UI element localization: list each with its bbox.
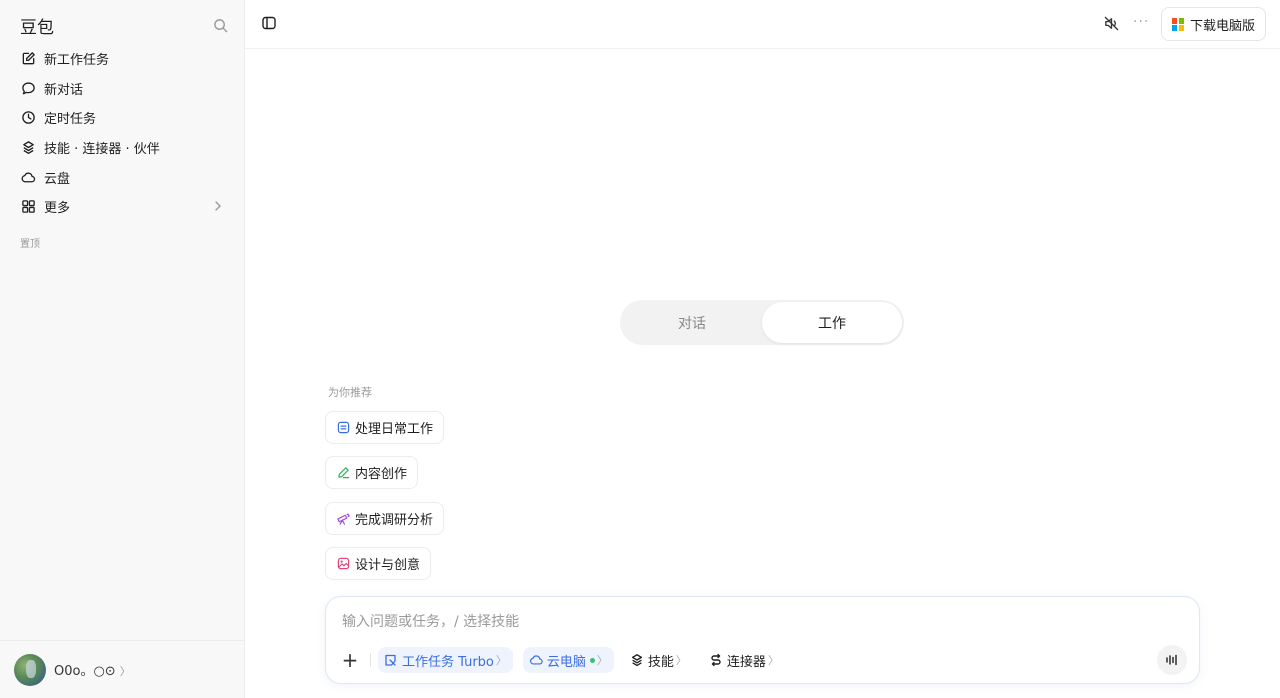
online-status-dot xyxy=(589,657,595,663)
connector-icon xyxy=(709,653,723,667)
image-icon xyxy=(336,557,350,571)
layers-icon xyxy=(20,140,36,156)
doc-icon xyxy=(336,421,350,435)
chevron-right-icon xyxy=(212,199,224,217)
search-icon[interactable] xyxy=(210,15,230,35)
tab-chat[interactable]: 对话 xyxy=(622,302,762,343)
prompt-input[interactable] xyxy=(342,611,1162,633)
composer: + 工作任务 Turbo 〉 云电脑 〉 xyxy=(325,596,1200,684)
sidebar-nav: 新工作任务 新对话 定时任务 技能 · 连接器 · 伙伴 云盘 更多 xyxy=(12,44,234,222)
composer-toolbar: + 工作任务 Turbo 〉 云电脑 〉 技能 〉 连接器 〉 xyxy=(338,647,795,673)
edit-icon xyxy=(20,51,36,67)
skills-button[interactable]: 技能 〉 xyxy=(624,647,693,673)
suggestion-label: 内容创作 xyxy=(355,467,408,482)
download-desktop-button[interactable]: 下载电脑版 xyxy=(1161,7,1266,41)
sidebar-item-label: 新工作任务 xyxy=(44,53,110,69)
mode-toggle: 对话 工作 xyxy=(620,300,904,345)
sidebar-item-label: 定时任务 xyxy=(44,112,97,128)
sidebar-item-new-work-task[interactable]: 新工作任务 xyxy=(12,44,234,74)
avatar xyxy=(14,653,46,686)
cloud-icon xyxy=(529,653,543,667)
tab-work[interactable]: 工作 xyxy=(762,302,902,343)
work-task-label: 工作任务 Turbo xyxy=(402,654,494,670)
sidebar-item-scheduled-tasks[interactable]: 定时任务 xyxy=(12,103,234,133)
telescope-icon xyxy=(336,512,350,526)
connectors-label: 连接器 xyxy=(726,654,766,670)
chevron-right-icon: 〉 xyxy=(495,654,507,667)
voice-input-icon[interactable] xyxy=(1157,645,1187,675)
clock-icon xyxy=(20,110,36,126)
add-attachment-button[interactable]: + xyxy=(338,648,362,672)
user-name: O0o。○⊙ 〉 xyxy=(54,660,131,679)
sidebar: 豆包 新工作任务 新对话 定时任务 技能 · 连接器 · 伙伴 云盘 更多 置顶… xyxy=(0,0,245,698)
sidebar-toggle-icon[interactable] xyxy=(261,15,277,35)
skills-label: 技能 xyxy=(647,654,674,670)
suggestion-label: 设计与创意 xyxy=(355,558,421,573)
work-task-turbo-button[interactable]: 工作任务 Turbo 〉 xyxy=(378,647,513,673)
chevron-right-icon: 〉 xyxy=(675,654,687,667)
user-name-text: O0o。○⊙ xyxy=(54,664,116,679)
sidebar-item-more[interactable]: 更多 xyxy=(12,192,234,222)
sidebar-header: 豆包 xyxy=(20,12,230,38)
recommend-label: 为你推荐 xyxy=(328,386,372,399)
cloud-icon xyxy=(20,169,36,185)
divider xyxy=(370,653,371,667)
grid-icon xyxy=(20,199,36,215)
sidebar-item-label: 新对话 xyxy=(44,82,84,98)
suggestion-content-creation[interactable]: 内容创作 xyxy=(325,456,419,489)
windows-logo-icon xyxy=(1171,18,1185,31)
cloud-pc-label: 云电脑 xyxy=(546,654,586,670)
sidebar-item-label: 技能 · 连接器 · 伙伴 xyxy=(44,142,160,158)
sidebar-item-cloud-drive[interactable]: 云盘 xyxy=(12,162,234,192)
connectors-button[interactable]: 连接器 〉 xyxy=(703,647,785,673)
suggestion-label: 处理日常工作 xyxy=(355,422,434,437)
suggestion-label: 完成调研分析 xyxy=(355,513,434,528)
mute-icon[interactable] xyxy=(1103,15,1120,36)
suggestion-research-analysis[interactable]: 完成调研分析 xyxy=(325,502,445,535)
suggestion-design-creativity[interactable]: 设计与创意 xyxy=(325,547,432,580)
chevron-right-icon: 〉 xyxy=(596,654,608,667)
sidebar-item-label: 更多 xyxy=(44,201,71,217)
suggestion-daily-work[interactable]: 处理日常工作 xyxy=(325,411,445,444)
app-window: 豆包 新工作任务 新对话 定时任务 技能 · 连接器 · 伙伴 云盘 更多 置顶… xyxy=(0,0,1280,698)
download-desktop-label: 下载电脑版 xyxy=(1189,18,1255,34)
user-profile[interactable]: O0o。○⊙ 〉 xyxy=(0,640,244,698)
chat-bubble-icon xyxy=(20,80,36,96)
chevron-right-icon: 〉 xyxy=(119,665,131,678)
sidebar-item-skills-connectors-partners[interactable]: 技能 · 连接器 · 伙伴 xyxy=(12,133,234,163)
pen-icon xyxy=(336,466,350,480)
brand-title: 豆包 xyxy=(20,17,54,38)
layers-icon xyxy=(630,653,644,667)
chevron-right-icon: 〉 xyxy=(767,654,779,667)
cloud-pc-button[interactable]: 云电脑 〉 xyxy=(522,647,614,673)
topbar: ··· 下载电脑版 xyxy=(245,0,1280,49)
sidebar-item-label: 云盘 xyxy=(44,171,71,187)
sidebar-item-new-chat[interactable]: 新对话 xyxy=(12,74,234,104)
more-options-icon[interactable]: ··· xyxy=(1133,14,1149,30)
pinned-section-label: 置顶 xyxy=(20,239,40,250)
work-task-icon xyxy=(384,653,398,667)
